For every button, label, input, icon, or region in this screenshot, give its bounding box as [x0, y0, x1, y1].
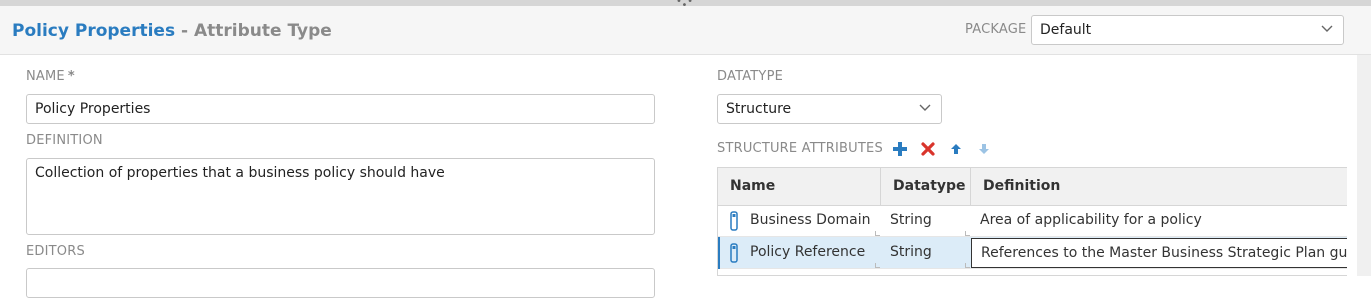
structure-attributes-grid: Name Datatype Definition Business Domain… [717, 167, 1347, 276]
title-subtitle: - Attribute Type [181, 21, 332, 41]
datatype-select[interactable]: Structure [717, 94, 942, 124]
delete-x-icon[interactable] [920, 141, 936, 157]
datatype-select-value: Structure [726, 101, 792, 117]
editors-label: EDITORS [26, 244, 85, 259]
cell-resize-corner [965, 263, 970, 268]
page-scrollbar[interactable] [1357, 55, 1371, 276]
structure-attributes-label: STRUCTURE ATTRIBUTES [717, 141, 883, 156]
package-select[interactable]: Default [1031, 15, 1344, 45]
required-asterisk: * [67, 69, 75, 84]
definition-textarea[interactable]: Collection of properties that a business… [26, 158, 655, 235]
cell-definition[interactable]: Area of applicability for a policy [971, 205, 1347, 237]
cell-name[interactable]: Policy Reference [718, 237, 881, 269]
page-header: Policy Properties - Attribute Type PACKA… [0, 6, 1371, 55]
column-header-datatype[interactable]: Datatype [881, 168, 971, 205]
cell-datatype[interactable]: String [881, 205, 971, 237]
editors-input[interactable] [26, 268, 655, 298]
table-row-selected[interactable]: Policy Reference String References to th… [718, 237, 1347, 269]
column-header-name[interactable]: Name [718, 168, 881, 205]
title-main: Policy Properties [12, 21, 176, 41]
package-select-value: Default [1040, 22, 1092, 38]
cell-name[interactable]: Business Domain [718, 205, 881, 237]
name-label: NAME * [26, 69, 75, 84]
package-label: PACKAGE [965, 22, 1027, 37]
chevron-down-icon [919, 104, 931, 111]
table-row[interactable]: Business Domain String Area of applicabi… [718, 205, 1347, 237]
cell-resize-corner [875, 231, 880, 236]
cell-resize-corner [965, 231, 970, 236]
arrow-up-icon[interactable] [948, 141, 964, 157]
cell-datatype[interactable]: String [881, 237, 971, 269]
name-label-text: NAME [26, 69, 65, 84]
name-input[interactable]: Policy Properties [26, 94, 655, 124]
plus-icon[interactable] [892, 141, 908, 157]
arrow-down-icon[interactable] [976, 141, 992, 157]
grid-header: Name Datatype Definition [718, 168, 1347, 206]
datatype-label: DATATYPE [717, 69, 784, 84]
column-header-definition[interactable]: Definition [971, 168, 1347, 205]
cell-definition-editor[interactable]: References to the Master Business Strate… [971, 238, 1347, 268]
page-title: Policy Properties - Attribute Type [12, 21, 332, 41]
chevron-down-icon [1321, 25, 1333, 32]
cell-resize-corner [875, 263, 880, 268]
definition-label: DEFINITION [26, 133, 103, 148]
